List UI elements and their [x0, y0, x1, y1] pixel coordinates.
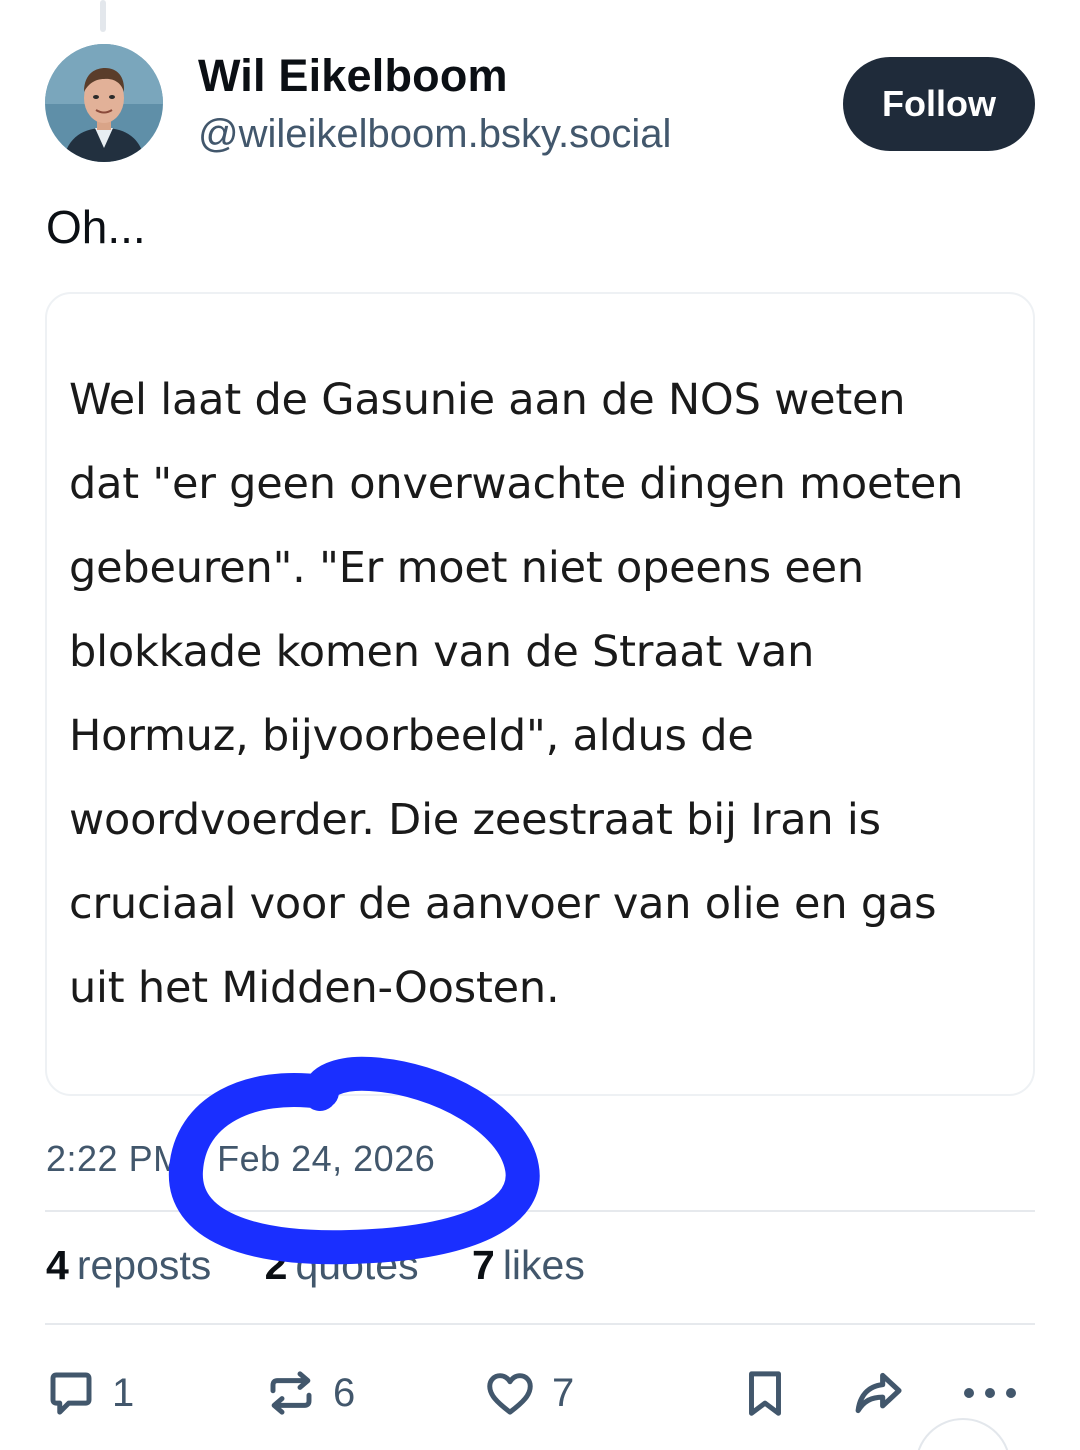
quote-line: blokkade komen van de Straat van — [69, 627, 815, 677]
quotes-label: quotes — [295, 1242, 419, 1288]
divider — [45, 1210, 1035, 1212]
author-display-name[interactable]: Wil Eikelboom — [198, 50, 508, 102]
share-button[interactable] — [848, 1360, 908, 1426]
post-date: Feb 24, 2026 — [217, 1138, 436, 1179]
bookmark-button[interactable] — [738, 1360, 792, 1426]
bookmark-icon — [749, 1371, 781, 1416]
more-icon — [964, 1388, 1016, 1398]
reply-count: 1 — [112, 1370, 135, 1415]
post-text: Oh... — [46, 201, 146, 253]
action-bar: 1 6 7 — [0, 1360, 1080, 1430]
quotes-count: 2 — [264, 1242, 288, 1288]
reply-icon — [50, 1372, 92, 1415]
quote-line: gebeuren". "Er moet niet opeens een — [69, 543, 864, 593]
divider — [45, 1323, 1035, 1325]
quote-line: Wel laat de Gasunie aan de NOS weten — [69, 375, 906, 425]
reposts-count: 4 — [46, 1242, 69, 1288]
like-button[interactable]: 7 — [482, 1360, 574, 1426]
post-timestamp: 2:22 PM · Feb 24, 2026 — [46, 1138, 435, 1180]
post-time: 2:22 PM — [46, 1138, 184, 1179]
reply-button[interactable]: 1 — [44, 1360, 134, 1426]
repost-button[interactable]: 6 — [263, 1360, 355, 1426]
more-button[interactable] — [960, 1360, 1020, 1426]
follow-button[interactable]: Follow — [843, 57, 1035, 151]
likes-stat[interactable]: 7 likes — [472, 1242, 585, 1289]
avatar-image — [45, 44, 163, 162]
post-thread-view: Wil Eikelboom @wileikelboom.bsky.social … — [0, 0, 1080, 1450]
thread-connector-line — [100, 0, 106, 32]
repost-count: 6 — [333, 1370, 356, 1415]
author-handle[interactable]: @wileikelboom.bsky.social — [198, 112, 671, 157]
share-icon — [855, 1372, 902, 1414]
reposts-stat[interactable]: 4 reposts — [46, 1242, 211, 1289]
quote-text: Wel laat de Gasunie aan de NOS weten dat… — [69, 358, 1019, 1030]
engagement-stats: 4 reposts 2 quotes 7 likes — [46, 1242, 627, 1289]
timestamp-separator: · — [183, 1138, 218, 1179]
quote-line: woordvoerder. Die zeestraat bij Iran is — [69, 795, 881, 845]
quote-line: dat "er geen onverwachte dingen moeten — [69, 459, 964, 509]
repost-icon — [270, 1371, 312, 1415]
quote-line: uit het Midden-Oosten. — [69, 963, 560, 1013]
quote-line: cruciaal voor de aanvoer van olie en gas — [69, 879, 937, 929]
heart-icon — [487, 1373, 533, 1415]
like-count: 7 — [552, 1370, 575, 1415]
reposts-label: reposts — [76, 1242, 212, 1288]
quotes-stat[interactable]: 2 quotes — [265, 1242, 419, 1289]
likes-count: 7 — [472, 1242, 495, 1288]
likes-label: likes — [502, 1242, 585, 1288]
quote-card: Wel laat de Gasunie aan de NOS weten dat… — [45, 292, 1035, 1096]
quote-line: Hormuz, bijvoorbeeld", aldus de — [69, 711, 754, 761]
avatar[interactable] — [45, 44, 163, 162]
